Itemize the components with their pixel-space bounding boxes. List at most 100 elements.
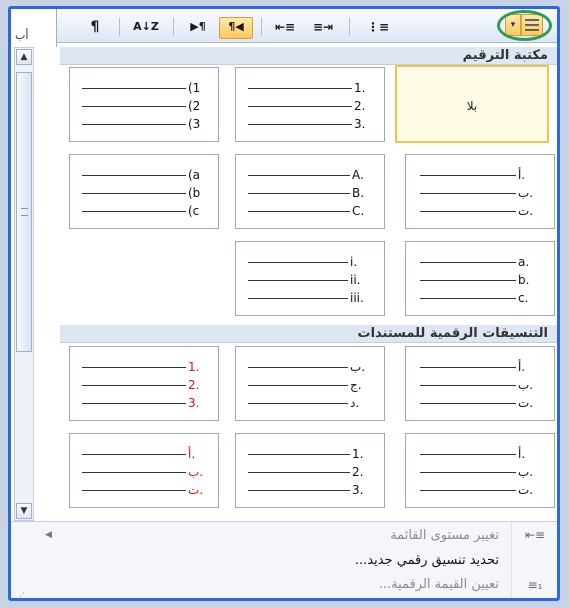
tile-marker: 3. [354, 117, 366, 131]
right-to-left-button[interactable]: ¶◀ [219, 17, 253, 39]
show-formatting-marks-button[interactable]: ¶ [85, 17, 105, 37]
numbering-tile-abc-paren[interactable]: (a (b (c [69, 154, 219, 229]
numbering-tile-roman[interactable]: i. ii. iii. [235, 241, 385, 316]
grip-icon [21, 208, 28, 216]
define-new-number-format-item[interactable]: تحديد تنسيق رقمي جديد... [211, 550, 511, 572]
menu-icon-column: ⇤≡ ≡₁ [511, 522, 557, 598]
tile-marker: iii. [350, 291, 364, 305]
tile-marker: ت. [518, 204, 534, 218]
tile-line [248, 280, 348, 281]
scroll-up-button[interactable]: ▲ [16, 49, 32, 65]
none-label: بلا [466, 99, 478, 113]
tile-line [420, 175, 516, 176]
set-numbering-value-item[interactable]: تعيين القيمة الرقمية... [211, 574, 511, 596]
tile-line [420, 472, 516, 473]
tile-marker: د. [350, 396, 360, 410]
gallery-scrollbar[interactable]: ▲ ▼ [14, 47, 34, 521]
tile-line [420, 298, 516, 299]
document-formats-header: التنسيقات الرقمية للمستندات [60, 325, 557, 343]
document-format-arabic-1[interactable]: أ. ب. ت. [405, 346, 555, 421]
tile-marker: 1. [354, 81, 366, 95]
tile-marker: ii. [350, 273, 361, 287]
tile-line [248, 490, 350, 491]
tile-marker: أ. [518, 360, 526, 374]
tile-marker: أ. [518, 168, 526, 182]
tile-marker: ج. [350, 378, 362, 392]
tile-marker: ب. [518, 186, 534, 200]
tile-line [248, 88, 352, 89]
multilevel-list-icon: ⋮≡ [366, 20, 390, 34]
tile-line [248, 385, 348, 386]
tile-line [248, 106, 352, 107]
scroll-down-button[interactable]: ▼ [16, 503, 32, 519]
tile-line [82, 106, 186, 107]
numbering-dropdown-window: أب ¶ A↓Z ▶¶ ¶◀ ⇤≡ ≡⇥ ⋮≡ ▾ ▲ ▼ مكتبة التر… [8, 6, 560, 601]
document-format-arabic-2[interactable]: أ. ب. ت. [405, 433, 555, 508]
tile-line [420, 490, 516, 491]
tile-line [420, 367, 516, 368]
tile-marker: (2 [188, 99, 201, 113]
tile-marker: (3 [188, 117, 201, 131]
resize-grip-icon[interactable]: ⋰ [16, 592, 25, 598]
tile-line [82, 367, 186, 368]
change-list-level-item[interactable]: تغيير مستوى القائمة [211, 525, 511, 547]
tile-marker: 1. [188, 360, 200, 374]
tile-line [248, 193, 350, 194]
tile-line [82, 385, 186, 386]
document-text: أب [15, 29, 29, 42]
document-format-abjad[interactable]: ب. ج. د. [235, 346, 385, 421]
tile-marker: ب. [350, 360, 366, 374]
set-value-icon: ≡₁ [527, 578, 543, 592]
document-format-123[interactable]: 1. 2. 3. [235, 433, 385, 508]
tile-marker: ب. [188, 465, 204, 479]
tile-line [248, 367, 348, 368]
scroll-thumb[interactable] [16, 72, 32, 352]
toolbar-separator [261, 18, 262, 36]
tile-line [248, 472, 350, 473]
tile-line [420, 280, 516, 281]
rtl-icon: ¶◀ [228, 20, 244, 33]
annotation-circle [497, 10, 552, 41]
tile-line [82, 472, 186, 473]
tile-line [248, 124, 352, 125]
tile-marker: a. [518, 255, 530, 269]
paragraph-toolbar: أب ¶ A↓Z ▶¶ ¶◀ ⇤≡ ≡⇥ ⋮≡ ▾ [11, 9, 557, 47]
tile-line [420, 454, 516, 455]
tile-line [420, 403, 516, 404]
tile-marker: 3. [352, 483, 364, 497]
increase-indent-button[interactable]: ≡⇥ [307, 17, 339, 37]
sort-button[interactable]: A↓Z [129, 17, 163, 37]
tile-marker: A. [352, 168, 364, 182]
submenu-arrow-icon: ◀ [45, 530, 52, 540]
tile-line [82, 403, 186, 404]
tile-line [82, 454, 186, 455]
tile-marker: أ. [518, 447, 526, 461]
left-to-right-button[interactable]: ▶¶ [183, 17, 213, 37]
multilevel-list-button[interactable]: ⋮≡ [361, 17, 395, 37]
numbering-tile-abc-lower[interactable]: a. b. c. [405, 241, 555, 316]
document-format-red-arabic[interactable]: أ. ب. ت. [69, 433, 219, 508]
numbering-tile-123-dot[interactable]: 1. 2. 3. [235, 67, 385, 142]
document-format-red-numbers[interactable]: 1. 2. 3. [69, 346, 219, 421]
pilcrow-icon: ¶ [90, 19, 100, 35]
ltr-icon: ▶¶ [190, 20, 206, 33]
numbering-tile-arabic-letters[interactable]: أ. ب. ت. [405, 154, 555, 229]
tile-marker: B. [352, 186, 365, 200]
tile-marker: (1 [188, 81, 201, 95]
numbering-tile-123-paren[interactable]: (1 (2 (3 [69, 67, 219, 142]
tile-marker: ب. [518, 465, 534, 479]
tile-marker: b. [518, 273, 530, 287]
numbering-tile-ABC[interactable]: A. B. C. [235, 154, 385, 229]
numbering-none-tile[interactable]: بلا [395, 65, 549, 143]
tile-line [248, 262, 348, 263]
decrease-indent-button[interactable]: ⇤≡ [269, 17, 301, 37]
tile-marker: 1. [352, 447, 364, 461]
sort-icon: A↓Z [133, 20, 159, 33]
tile-marker: (b [188, 186, 201, 200]
tile-line [82, 124, 186, 125]
tile-marker: 2. [354, 99, 366, 113]
tile-marker: أ. [188, 447, 196, 461]
tile-marker: i. [350, 255, 358, 269]
tile-line [420, 211, 516, 212]
tile-line [82, 193, 186, 194]
